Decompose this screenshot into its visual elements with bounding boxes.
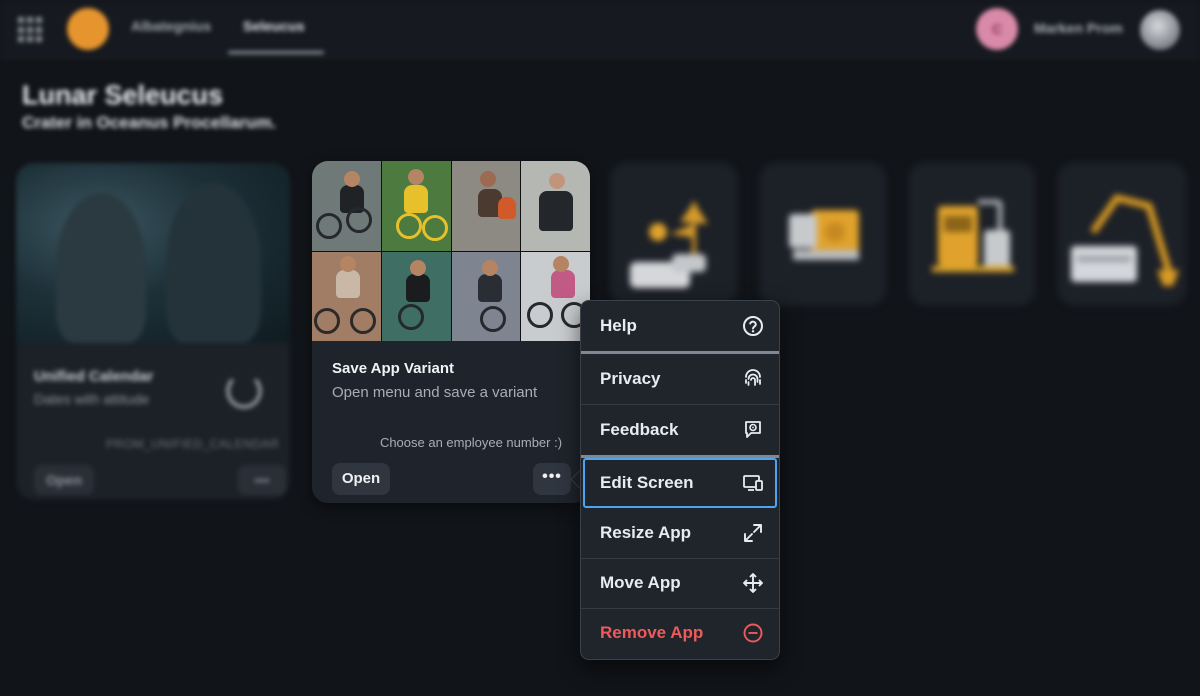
save-app-variant-card[interactable]: Save App Variant Open menu and save a va… [312,161,590,503]
more-actions-button[interactable]: ••• [533,463,571,495]
resize-icon [744,524,762,542]
help-icon [743,316,763,336]
menu-item-label: Help [600,316,637,335]
cyclist-photo [451,251,521,341]
calendar-open-button[interactable]: Open [34,465,94,495]
company-logo[interactable] [67,8,109,50]
open-button[interactable]: Open [332,463,390,495]
card-title: Save App Variant [332,360,454,377]
launchpad-page: Albategnius Seleucus C Marken Prom Lunar… [0,0,1200,696]
cyclist-photo [521,161,590,251]
cyclist-photo [312,251,381,341]
excavator-illustration-icon [1071,194,1179,286]
energy-illustration-icon [630,202,708,288]
remove-icon [743,623,763,643]
fuel-app-tile[interactable] [908,162,1036,306]
payment-illustration-icon [789,210,859,260]
menu-item-move-app[interactable]: Move App [581,558,779,608]
profile-photo[interactable] [1140,10,1180,50]
fuel-illustration-icon [932,200,1014,272]
page-subtitle: Crater in Oceanus Procellarum. [22,113,277,132]
card-image-mosaic [312,161,590,341]
card-actions-menu: Help Privacy Feedback Edit Screen Resize… [580,300,780,660]
calendar-card-title: Unified Calendar [34,368,154,385]
card-footer-text: Choose an employee number :) [379,435,563,450]
keyboard-focus-ring [583,458,777,508]
calendar-card-image [16,163,290,343]
menu-item-label: Privacy [600,369,661,388]
user-avatar[interactable]: C [976,8,1018,50]
calendar-card[interactable]: Unified Calendar Dates with attitude PRO… [16,163,290,500]
app-grid-icon[interactable] [18,17,44,43]
card-subtitle: Open menu and save a variant [332,384,538,401]
tab-seleucus[interactable]: Seleucus [243,18,304,34]
cyclist-photo [381,251,451,341]
menu-item-label: Feedback [600,420,679,439]
calendar-card-subtitle: Dates with attitude [34,391,150,407]
cyclist-photo [451,161,521,251]
menu-item-remove-app[interactable]: Remove App [581,608,779,658]
menu-item-feedback[interactable]: Feedback [581,405,779,455]
construction-app-tile[interactable] [1057,162,1187,306]
cyclist-photo [312,161,381,251]
calendar-more-button[interactable]: ••• [238,465,286,495]
payment-app-tile[interactable] [759,162,887,306]
menu-item-help[interactable]: Help [581,301,779,351]
menu-item-label: Resize App [600,523,692,542]
fingerprint-icon [745,369,761,386]
shell-bar: Albategnius Seleucus C Marken Prom [0,0,1200,59]
menu-item-label: Move App [600,573,681,592]
menu-item-privacy[interactable]: Privacy [581,354,779,404]
user-name: Marken Prom [1034,20,1123,36]
page-title: Lunar Seleucus [22,80,224,110]
cyclist-photo [381,161,451,251]
energy-app-tile[interactable] [610,162,738,306]
tab-albategnius[interactable]: Albategnius [131,18,211,34]
menu-item-label: Remove App [600,623,704,642]
feedback-icon [745,421,761,438]
menu-item-resize-app[interactable]: Resize App [581,508,779,558]
active-tab-indicator [228,51,324,54]
calendar-card-code: PROM_UNIFIED_CALENDAR [106,437,280,451]
calendar-app-icon [226,373,262,409]
move-icon [743,573,763,593]
